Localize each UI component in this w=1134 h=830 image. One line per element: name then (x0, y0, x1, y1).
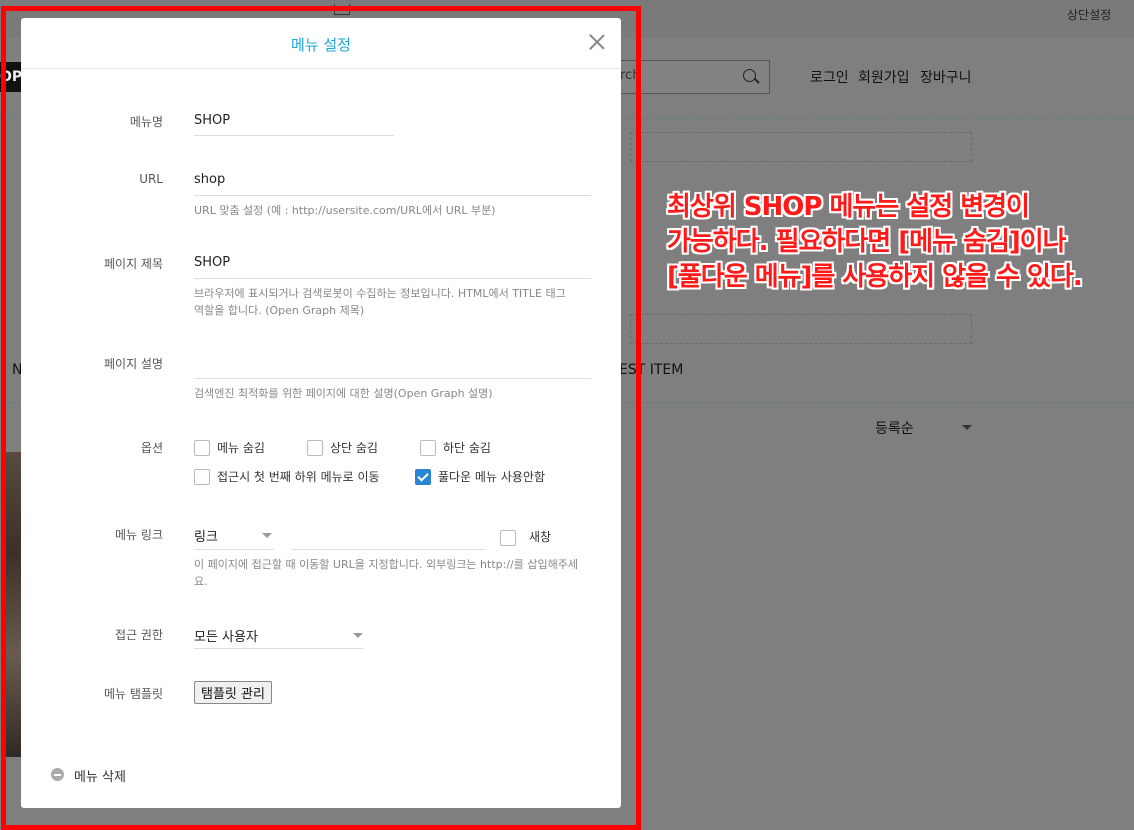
nav-signup: 회원가입 (858, 70, 910, 86)
highlight-frame (1, 6, 641, 830)
annotation-line-3: [풀다운 메뉴]를 사용하지 않을 수 있다. (667, 262, 1083, 292)
sort-dropdown: 등록순 (875, 421, 914, 437)
background-placeholder-box (630, 132, 972, 162)
annotation-text: 최상위 SHOP 메뉴는 설정 변경이 가능하다. 필요하다면 [메뉴 숨김]이… (667, 190, 1127, 295)
nav-cart: 장바구니 (920, 70, 972, 86)
nav-login: 로그인 (810, 70, 849, 86)
annotation-line-1: 최상위 SHOP 메뉴는 설정 변경이 (667, 192, 1030, 222)
top-settings-link: 상단설정 (1067, 8, 1112, 22)
search-icon (743, 69, 756, 82)
background-placeholder-box (630, 314, 972, 344)
chevron-down-icon (962, 425, 972, 430)
annotation-line-2: 가능하다. 필요하다면 [메뉴 숨김]이나 (667, 227, 1067, 257)
